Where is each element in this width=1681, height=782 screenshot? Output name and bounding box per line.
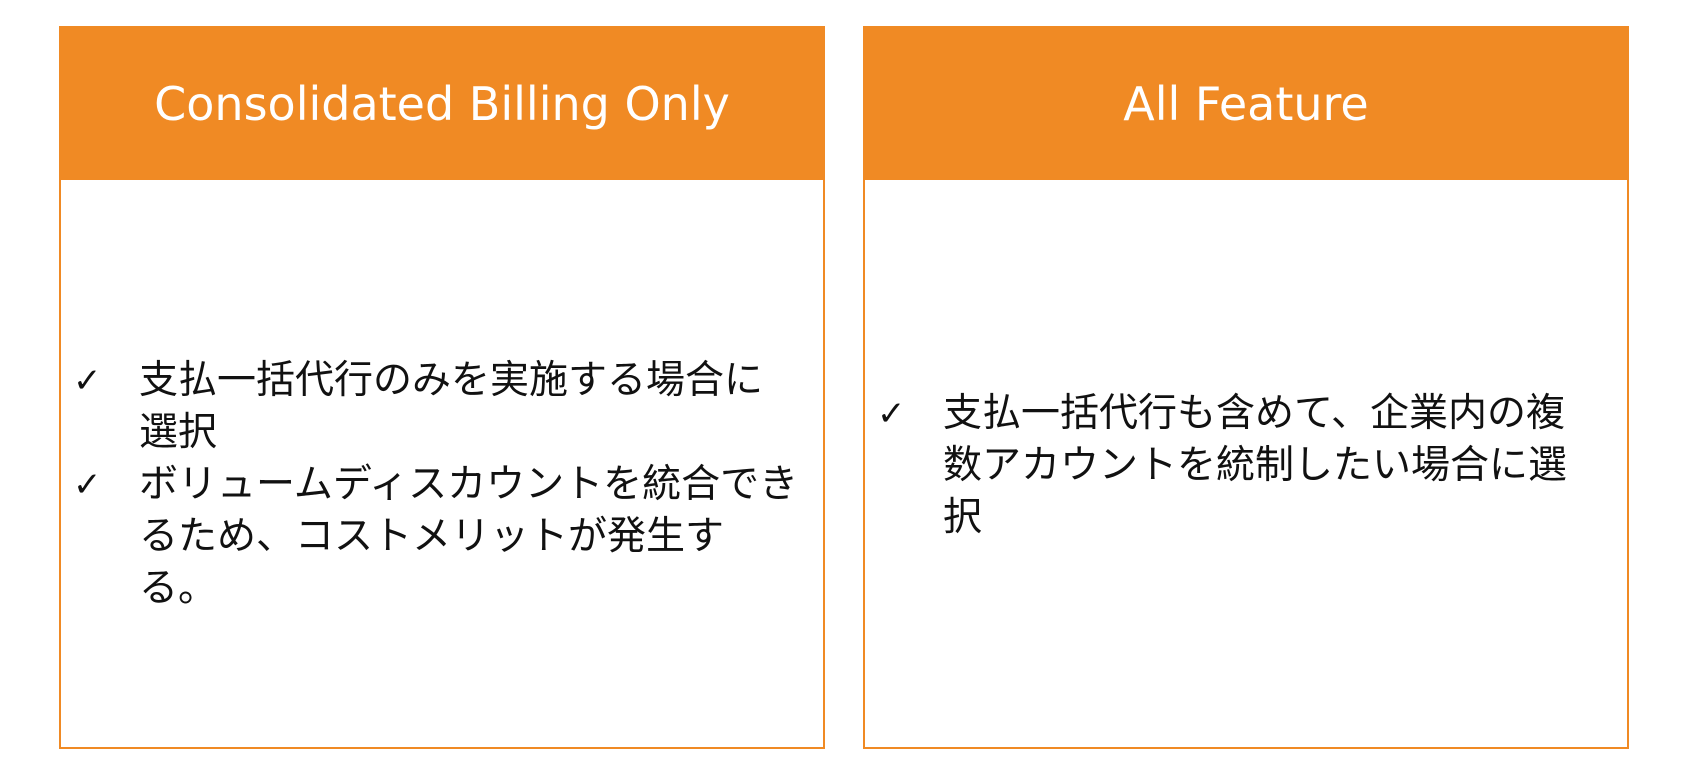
check-icon: ✓ — [877, 394, 906, 434]
card-title-consolidated-billing: Consolidated Billing Only — [61, 28, 823, 180]
bullet-list: ✓ 支払一括代行も含めて、企業内の複数アカウントを統制したい場合に選択 — [873, 388, 1603, 544]
check-icon: ✓ — [73, 465, 102, 505]
bullet-text: 支払一括代行も含めて、企業内の複数アカウントを統制したい場合に選択 — [943, 391, 1568, 540]
list-item: ✓ 支払一括代行も含めて、企業内の複数アカウントを統制したい場合に選択 — [873, 388, 1603, 544]
card-body: ✓ 支払一括代行のみを実施する場合に選択 ✓ ボリュームディスカウントを統合でき… — [61, 180, 823, 747]
list-item: ✓ 支払一括代行のみを実施する場合に選択 — [69, 355, 799, 459]
bullet-list: ✓ 支払一括代行のみを実施する場合に選択 ✓ ボリュームディスカウントを統合でき… — [69, 355, 799, 615]
list-item: ✓ ボリュームディスカウントを統合できるため、コストメリットが発生する。 — [69, 459, 799, 615]
card-body: ✓ 支払一括代行も含めて、企業内の複数アカウントを統制したい場合に選択 — [865, 180, 1627, 747]
consolidated-billing-card: Consolidated Billing Only ✓ 支払一括代行のみを実施す… — [59, 26, 825, 749]
bullet-text: 支払一括代行のみを実施する場合に選択 — [139, 358, 764, 455]
bullet-text: ボリュームディスカウントを統合できるため、コストメリットが発生する。 — [139, 462, 799, 611]
check-icon: ✓ — [73, 361, 102, 401]
all-feature-card: All Feature ✓ 支払一括代行も含めて、企業内の複数アカウントを統制し… — [863, 26, 1629, 749]
card-title-all-feature: All Feature — [865, 28, 1627, 180]
